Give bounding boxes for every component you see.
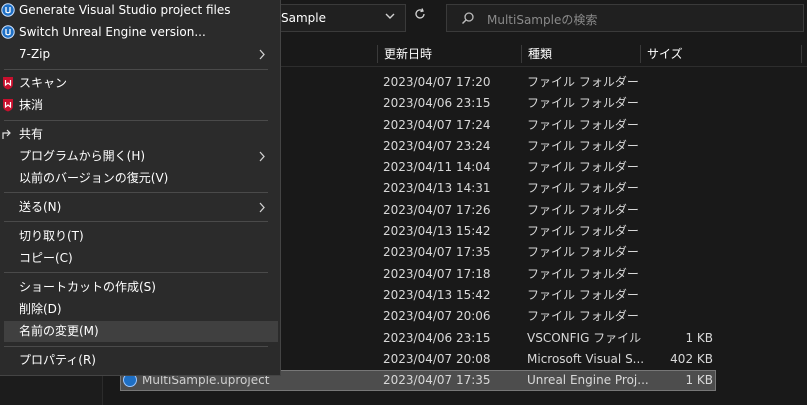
menu-label: 送る(N) <box>19 200 62 214</box>
file-type: ファイル フォルダー <box>527 96 639 111</box>
menu-item-send-to[interactable]: 送る(N) <box>0 197 279 218</box>
menu-item-7zip[interactable]: 7-Zip <box>0 44 279 65</box>
menu-item-open-with[interactable]: プログラムから開く(H) <box>0 146 279 167</box>
file-date: 2023/04/06 23:15 <box>383 96 491 111</box>
search-icon <box>461 11 475 25</box>
file-size: 1 KB <box>685 373 713 388</box>
menu-separator <box>4 69 268 70</box>
chevron-right-icon <box>257 147 267 166</box>
menu-item-cut[interactable]: 切り取り(T) <box>0 226 279 247</box>
menu-label: Generate Visual Studio project files <box>19 3 231 17</box>
unreal-engine-icon <box>1 3 15 17</box>
share-icon <box>1 127 15 141</box>
file-date: 2023/04/07 17:35 <box>383 245 491 260</box>
menu-label: プロパティ(R) <box>19 353 96 367</box>
file-date: 2023/04/11 14:04 <box>383 160 491 175</box>
menu-label: スキャン <box>19 76 68 90</box>
column-header-extra[interactable] <box>801 45 807 63</box>
file-date: 2023/04/07 17:18 <box>383 266 491 281</box>
refresh-icon[interactable] <box>410 6 430 28</box>
search-placeholder: MultiSampleの検索 <box>487 13 598 27</box>
menu-item-delete[interactable]: 削除(D) <box>0 299 279 320</box>
column-header-type[interactable]: 種類 <box>521 45 641 63</box>
file-size: 402 KB <box>670 351 713 366</box>
menu-separator <box>4 192 268 193</box>
menu-item-share[interactable]: 共有 <box>0 124 279 145</box>
menu-item-scan[interactable]: スキャン <box>0 73 279 94</box>
file-date: 2023/04/07 17:20 <box>383 75 491 89</box>
menu-label: ショートカットの作成(S) <box>19 280 156 294</box>
file-date: 2023/04/06 23:15 <box>383 330 491 345</box>
menu-label: 切り取り(T) <box>19 229 84 243</box>
menu-label: 共有 <box>19 127 44 141</box>
file-date: 2023/04/07 17:26 <box>383 202 491 217</box>
mcafee-shield-icon <box>1 98 15 112</box>
menu-label: プログラムから開く(H) <box>19 149 146 163</box>
file-type: ファイル フォルダー <box>527 160 639 175</box>
menu-label: 以前のバージョンの復元(V) <box>19 171 169 185</box>
file-type: ファイル フォルダー <box>527 117 639 132</box>
menu-separator <box>4 272 268 273</box>
file-date: 2023/04/07 17:35 <box>383 373 491 388</box>
menu-label: Switch Unreal Engine version... <box>19 25 206 39</box>
file-type: ファイル フォルダー <box>527 181 639 196</box>
file-size: 1 KB <box>685 330 713 345</box>
file-date: 2023/04/13 15:42 <box>383 287 491 302</box>
chevron-down-icon[interactable] <box>383 8 397 24</box>
menu-label: コピー(C) <box>19 251 73 265</box>
mcafee-shield-icon <box>1 76 15 90</box>
menu-label: 7-Zip <box>19 47 51 61</box>
menu-item-copy[interactable]: コピー(C) <box>0 248 279 269</box>
file-type: ファイル フォルダー <box>527 202 639 217</box>
menu-item-restore-previous-versions[interactable]: 以前のバージョンの復元(V) <box>0 168 279 189</box>
menu-item-rename[interactable]: 名前の変更(M) <box>4 321 278 342</box>
menu-label: 抹消 <box>19 98 44 112</box>
address-path: Sample <box>281 11 326 25</box>
file-type: ファイル フォルダー <box>527 287 639 302</box>
unreal-engine-icon <box>1 25 15 39</box>
file-type: ファイル フォルダー <box>527 224 639 239</box>
menu-item-properties[interactable]: プロパティ(R) <box>0 350 279 371</box>
file-type: ファイル フォルダー <box>527 245 639 260</box>
file-type: ファイル フォルダー <box>527 309 639 324</box>
chevron-right-icon <box>257 198 267 217</box>
menu-separator <box>4 221 268 222</box>
search-input[interactable]: MultiSampleの検索 <box>446 4 804 32</box>
file-date: 2023/04/07 20:06 <box>383 309 491 324</box>
menu-item-switch-ue-version[interactable]: Switch Unreal Engine version... <box>0 22 279 43</box>
file-date: 2023/04/13 15:42 <box>383 224 491 239</box>
column-header-size[interactable]: サイズ <box>640 45 720 63</box>
menu-separator <box>4 120 268 121</box>
column-header-date[interactable]: 更新日時 <box>377 45 522 63</box>
file-type: ファイル フォルダー <box>527 266 639 281</box>
menu-item-generate-vs-project[interactable]: Generate Visual Studio project files <box>0 0 279 21</box>
chevron-right-icon <box>257 45 267 64</box>
menu-item-create-shortcut[interactable]: ショートカットの作成(S) <box>0 277 279 298</box>
file-type: ファイル フォルダー <box>527 75 639 89</box>
menu-label: 削除(D) <box>19 302 62 316</box>
file-type: ファイル フォルダー <box>527 138 639 153</box>
menu-label: 名前の変更(M) <box>19 324 99 338</box>
file-date: 2023/04/07 23:24 <box>383 138 491 153</box>
context-menu: Generate Visual Studio project files Swi… <box>0 0 281 376</box>
file-date: 2023/04/07 17:24 <box>383 117 491 132</box>
menu-item-erase[interactable]: 抹消 <box>0 95 279 116</box>
file-date: 2023/04/13 14:31 <box>383 181 491 196</box>
file-date: 2023/04/07 20:08 <box>383 351 491 366</box>
menu-separator <box>4 346 268 347</box>
